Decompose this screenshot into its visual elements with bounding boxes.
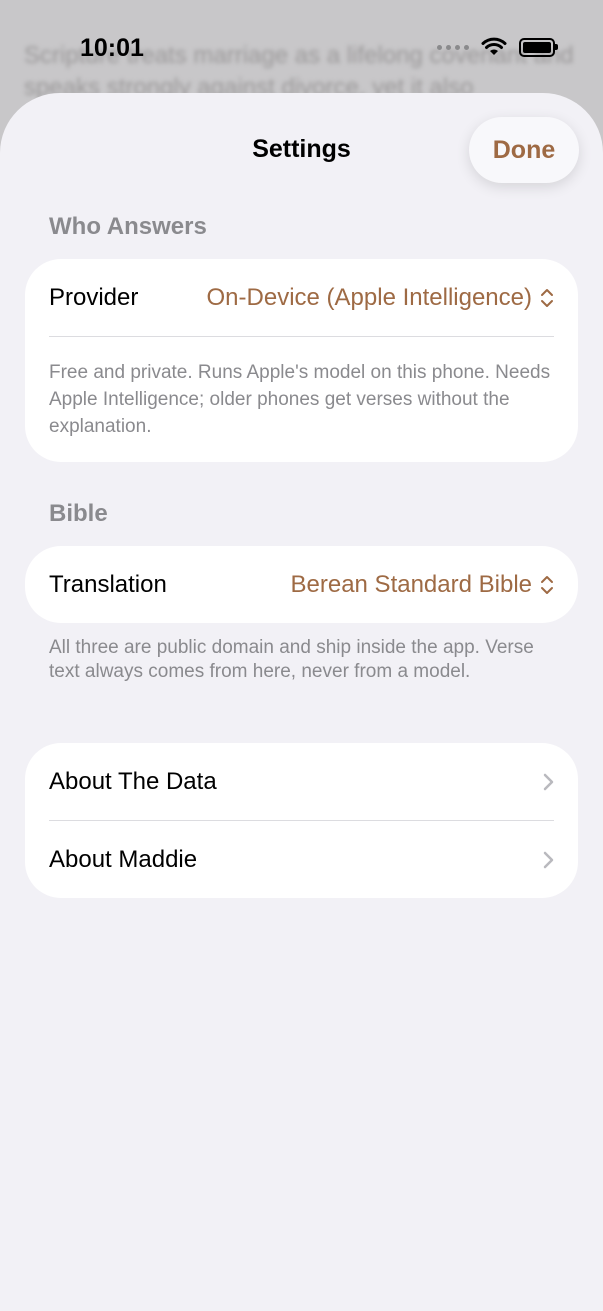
chevron-right-icon: [543, 773, 554, 790]
translation-footnote: All three are public domain and ship ins…: [49, 637, 534, 682]
settings-sheet: Settings Done Who Answers Provider On-De…: [0, 93, 603, 1311]
who-answers-card: Provider On-Device (Apple Intelligence) …: [25, 259, 578, 462]
signal-dots-icon: [437, 44, 469, 50]
provider-row[interactable]: Provider On-Device (Apple Intelligence): [25, 259, 578, 336]
chevron-up-down-icon: [541, 575, 553, 594]
wifi-icon: [481, 37, 507, 55]
chevron-up-down-icon: [541, 288, 553, 307]
provider-label: Provider: [49, 283, 139, 311]
section-header-who-answers: Who Answers: [49, 213, 207, 240]
translation-label: Translation: [49, 570, 167, 598]
translation-row[interactable]: Translation Berean Standard Bible: [25, 546, 578, 623]
about-data-label: About The Data: [49, 767, 217, 795]
bible-card: Translation Berean Standard Bible: [25, 546, 578, 623]
about-data-row[interactable]: About The Data: [25, 743, 578, 820]
about-maddie-label: About Maddie: [49, 845, 198, 873]
provider-picker[interactable]: On-Device (Apple Intelligence): [207, 284, 555, 312]
about-card: About The Data About Maddie: [25, 743, 578, 898]
translation-value: Berean Standard Bible: [290, 570, 533, 598]
battery-icon: [519, 37, 558, 57]
status-bar: 10:01: [0, 0, 603, 95]
translation-picker[interactable]: Berean Standard Bible: [291, 571, 555, 599]
status-icons: [437, 37, 558, 57]
done-button[interactable]: Done: [469, 117, 579, 183]
provider-footnote: Free and private. Runs Apple's model on …: [49, 362, 551, 437]
chevron-right-icon: [543, 851, 554, 868]
section-header-bible: Bible: [49, 500, 108, 527]
about-maddie-row[interactable]: About Maddie: [25, 821, 578, 898]
provider-value: On-Device (Apple Intelligence): [206, 283, 533, 311]
status-time: 10:01: [80, 34, 144, 62]
